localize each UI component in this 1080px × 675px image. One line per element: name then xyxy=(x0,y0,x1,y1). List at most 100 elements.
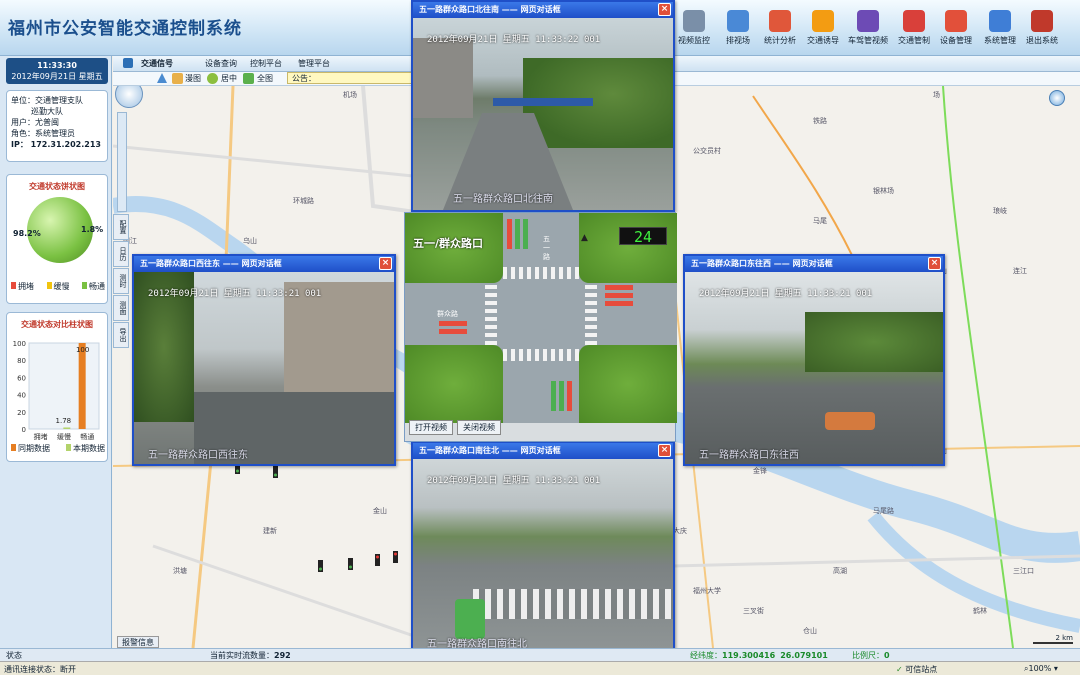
zoom-level[interactable]: ⌕100% ▾ xyxy=(1024,664,1058,674)
latitude: 26.079101 xyxy=(780,651,828,660)
legend-slow: 缓慢 xyxy=(46,281,70,292)
lane-arrow xyxy=(551,381,556,411)
intersection-name: 五一/群众路口 xyxy=(413,237,484,250)
user-value: 尤普闽 xyxy=(35,118,59,127)
close-icon[interactable]: × xyxy=(928,257,941,270)
x-tick-label: 拥堵 xyxy=(34,432,48,441)
lane-arrow xyxy=(605,293,633,298)
lane-arrow xyxy=(439,329,467,334)
tool-pan[interactable]: 漫图 xyxy=(185,73,201,84)
user-info-panel: 单位：交通管理支队 巡勤大队 用户：尤普闽 角色：系统管理员 IP： 172.3… xyxy=(6,90,108,162)
traffic-cone-icon xyxy=(812,10,834,32)
x-tick-label: 缓慢 xyxy=(57,432,71,441)
window-title: 五一路群众路口西往东 —— 网页对话框 × xyxy=(134,256,394,272)
video-window-west[interactable]: 五一路群众路口西往东 —— 网页对话框 × 2012年09月21日 星期五 11:… xyxy=(132,254,396,466)
bar-chart-icon xyxy=(769,10,791,32)
tool-fullmap[interactable]: 全图 xyxy=(257,73,273,84)
bar-panel: 交通状态对比柱状图 100 80 60 40 20 0 拥堵 缓慢 畅通 100 1.78 同期数据… xyxy=(6,312,108,462)
close-icon[interactable]: × xyxy=(658,3,671,16)
window-title: 五一路群众路口南往北 —— 网页对话框 × xyxy=(413,443,673,459)
menu-control-platform[interactable]: 控制平台 xyxy=(250,58,282,69)
video-caption: 五一路群众路口西往东 xyxy=(148,450,248,461)
toolbar-button-4[interactable]: 车驾管视频 xyxy=(842,10,894,54)
cctv-icon xyxy=(857,10,879,32)
bar-value-label: 100 xyxy=(76,346,89,354)
ip-label: IP： xyxy=(11,140,28,149)
menu-management-platform[interactable]: 管理平台 xyxy=(298,58,330,69)
video-feed-east: 2012年09月21日 星期五 11:33:21 001 五一路群众路口东往西 xyxy=(685,272,943,464)
scale-label: 比例尺： xyxy=(852,651,884,660)
pie-right-value: 1.8% xyxy=(81,225,104,234)
legend-clear: 畅通 xyxy=(82,281,105,292)
video-caption: 五一路群众路口北往南 xyxy=(453,194,553,205)
unit-label: 单位： xyxy=(11,96,35,105)
pie-panel: 交通状态饼状图 98.2% 1.8% 拥堵 缓慢 畅通 xyxy=(6,174,108,304)
scale-value: 0 xyxy=(884,651,890,660)
status-bar: 状态 当前实时流数量：292 经纬度：119.300416 26.079101 … xyxy=(0,648,1080,661)
open-video-button[interactable]: 打开视频 xyxy=(409,420,453,435)
status-label: 状态 xyxy=(6,651,22,660)
exit-icon xyxy=(1031,10,1053,32)
video-window-north[interactable]: 五一路群众路口北往南 —— 网页对话框 × 2012年09月21日 星期五 11:… xyxy=(411,0,675,212)
y-tick-label: 60 xyxy=(17,374,26,382)
video-feed-south: 2012年09月21日 星期五 11:33:21 001 五一路群众路口南往北 xyxy=(413,459,673,653)
pie-left-value: 98.2% xyxy=(13,229,41,238)
check-icon: ✓ xyxy=(896,665,903,674)
menu-traffic-signal[interactable]: 交通信号 xyxy=(141,58,173,69)
window-title: 五一路群众路口东往西 —— 网页对话框 × xyxy=(685,256,943,272)
pan-map-icon[interactable] xyxy=(172,73,183,84)
stream-count-label: 当前实时流数量： xyxy=(210,651,274,660)
trusted-zone: 可信站点 xyxy=(905,665,938,674)
center-icon[interactable] xyxy=(207,73,218,84)
y-tick-label: 20 xyxy=(17,409,26,417)
role-label: 角色： xyxy=(11,129,35,138)
lane-arrow xyxy=(605,301,633,306)
person-icon xyxy=(727,10,749,32)
clock-panel: 11:33:30 2012年09月21日 星期五 xyxy=(6,58,108,84)
settings-icon xyxy=(989,10,1011,32)
lane-arrow xyxy=(515,219,520,249)
car-icon xyxy=(903,10,925,32)
close-icon[interactable]: × xyxy=(379,257,392,270)
close-icon[interactable]: × xyxy=(658,444,671,457)
lane-arrow xyxy=(523,219,528,249)
video-window-south[interactable]: 五一路群众路口南往北 —— 网页对话框 × 2012年09月21日 星期五 11:… xyxy=(411,441,675,655)
clock-weekday: 星期五 xyxy=(78,72,103,81)
unit-value: 交通管理支队 xyxy=(35,96,83,105)
home-icon[interactable] xyxy=(157,73,167,83)
video-timestamp: 2012年09月21日 星期五 11:33:21 001 xyxy=(148,289,322,299)
video-timestamp: 2012年09月21日 星期五 11:33:21 001 xyxy=(699,289,873,299)
toolbar-button-8[interactable]: 退出系统 xyxy=(1016,10,1068,54)
video-feed-west: 2012年09月21日 星期五 11:33:21 001 五一路群众路口西往东 xyxy=(134,272,394,464)
longitude: 119.300416 xyxy=(722,651,776,660)
menu-device-query[interactable]: 设备查询 xyxy=(205,58,237,69)
video-window-east[interactable]: 五一路群众路口东往西 —— 网页对话框 × 2012年09月21日 星期五 11:… xyxy=(683,254,945,466)
bar-畅通-同期数据 xyxy=(78,343,86,429)
clock-time: 11:33:30 xyxy=(37,61,77,70)
tool-center[interactable]: 居中 xyxy=(221,73,237,84)
user-label: 用户： xyxy=(11,118,35,127)
intersection-panel: 五一/群众路口 五一路 群众路 ▲ 24 打开视频 关闭视频 xyxy=(404,212,677,442)
compass-icon: ▲ xyxy=(581,233,588,243)
video-timestamp: 2012年09月21日 星期五 11:33:22 001 xyxy=(427,35,601,45)
fullmap-icon[interactable] xyxy=(243,73,254,84)
lonlat-label: 经纬度： xyxy=(690,651,722,660)
legend-previous: 同期数据 xyxy=(11,443,50,454)
pie-legend: 拥堵 缓慢 畅通 xyxy=(11,281,105,292)
bar-title: 交通状态对比柱状图 xyxy=(21,320,93,329)
video-feed-north: 2012年09月21日 星期五 11:33:22 001 五一路群众路口北往南 xyxy=(413,18,673,210)
lane-arrow xyxy=(507,219,512,249)
close-video-button[interactable]: 关闭视频 xyxy=(457,420,501,435)
bar-缓慢-本期数据 xyxy=(63,427,71,429)
browser-status-bar: 通讯连接状态：断开 ✓ 可信站点 ⌕100% ▾ xyxy=(0,661,1080,675)
video-timestamp: 2012年09月21日 星期五 11:33:21 001 xyxy=(427,476,601,486)
ip-value: 172.31.202.213 xyxy=(30,140,101,149)
y-tick-label: 80 xyxy=(17,357,26,365)
notice-label: 公告： xyxy=(292,74,316,83)
intersection-diagram: 五一/群众路口 五一路 群众路 ▲ 24 xyxy=(405,213,677,423)
legend-current: 本期数据 xyxy=(66,443,105,454)
bar-chart: 100 80 60 40 20 0 拥堵 缓慢 畅通 100 1.78 xyxy=(13,340,100,441)
bar-legend: 同期数据 本期数据 xyxy=(11,443,105,454)
countdown-timer: 24 xyxy=(619,227,667,246)
tools-icon xyxy=(945,10,967,32)
